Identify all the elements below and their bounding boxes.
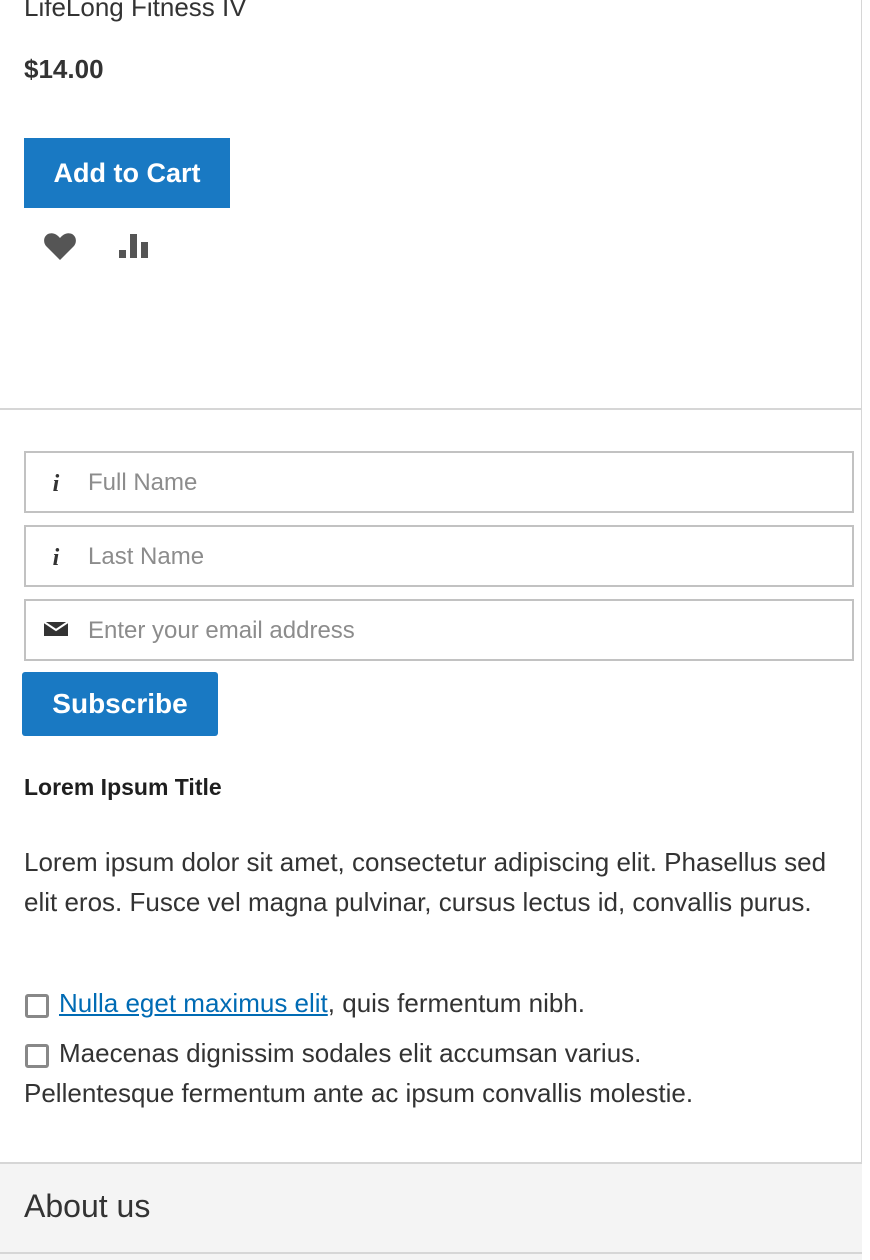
- consent-checkbox-2[interactable]: [25, 1044, 49, 1068]
- heart-icon[interactable]: [42, 228, 78, 264]
- content-title: Lorem Ipsum Title: [24, 774, 222, 800]
- product-price: $14.00: [24, 54, 104, 84]
- svg-text:i: i: [53, 471, 60, 495]
- footer-divider: [0, 1252, 862, 1254]
- checkbox-1-link[interactable]: Nulla eget maximus elit: [59, 988, 328, 1018]
- email-input[interactable]: [86, 601, 830, 661]
- last-name-field[interactable]: i: [24, 525, 854, 587]
- checkbox-2-label: Maecenas dignissim sodales elit accumsan…: [59, 1038, 642, 1068]
- info-icon: i: [42, 467, 70, 497]
- email-field[interactable]: [24, 599, 854, 661]
- last-name-input[interactable]: [86, 527, 830, 587]
- consent-checkbox-1[interactable]: [25, 994, 49, 1018]
- about-us-link[interactable]: About us: [24, 1188, 150, 1225]
- checkbox-1-text: , quis fermentum nibh.: [327, 988, 586, 1018]
- add-to-cart-button[interactable]: Add to Cart: [24, 138, 230, 208]
- section-divider: [0, 408, 862, 410]
- bar-chart-icon[interactable]: [118, 230, 154, 262]
- subscribe-button[interactable]: Subscribe: [22, 672, 218, 736]
- envelope-icon: [42, 615, 70, 643]
- full-name-field[interactable]: i: [24, 451, 854, 513]
- info-icon: i: [42, 541, 70, 571]
- page-right-border: [861, 0, 862, 1258]
- svg-text:i: i: [53, 545, 60, 569]
- checkbox-1-label: Nulla eget maximus elit, quis fermentum …: [59, 983, 585, 1023]
- checkbox-2-label-continued: Pellentesque fermentum ante ac ipsum con…: [24, 1078, 694, 1108]
- footer-about-bar[interactable]: About us: [0, 1162, 862, 1260]
- content-paragraph: Lorem ipsum dolor sit amet, consectetur …: [24, 847, 827, 917]
- full-name-input[interactable]: [86, 453, 830, 513]
- product-name[interactable]: LifeLong Fitness IV: [24, 0, 247, 23]
